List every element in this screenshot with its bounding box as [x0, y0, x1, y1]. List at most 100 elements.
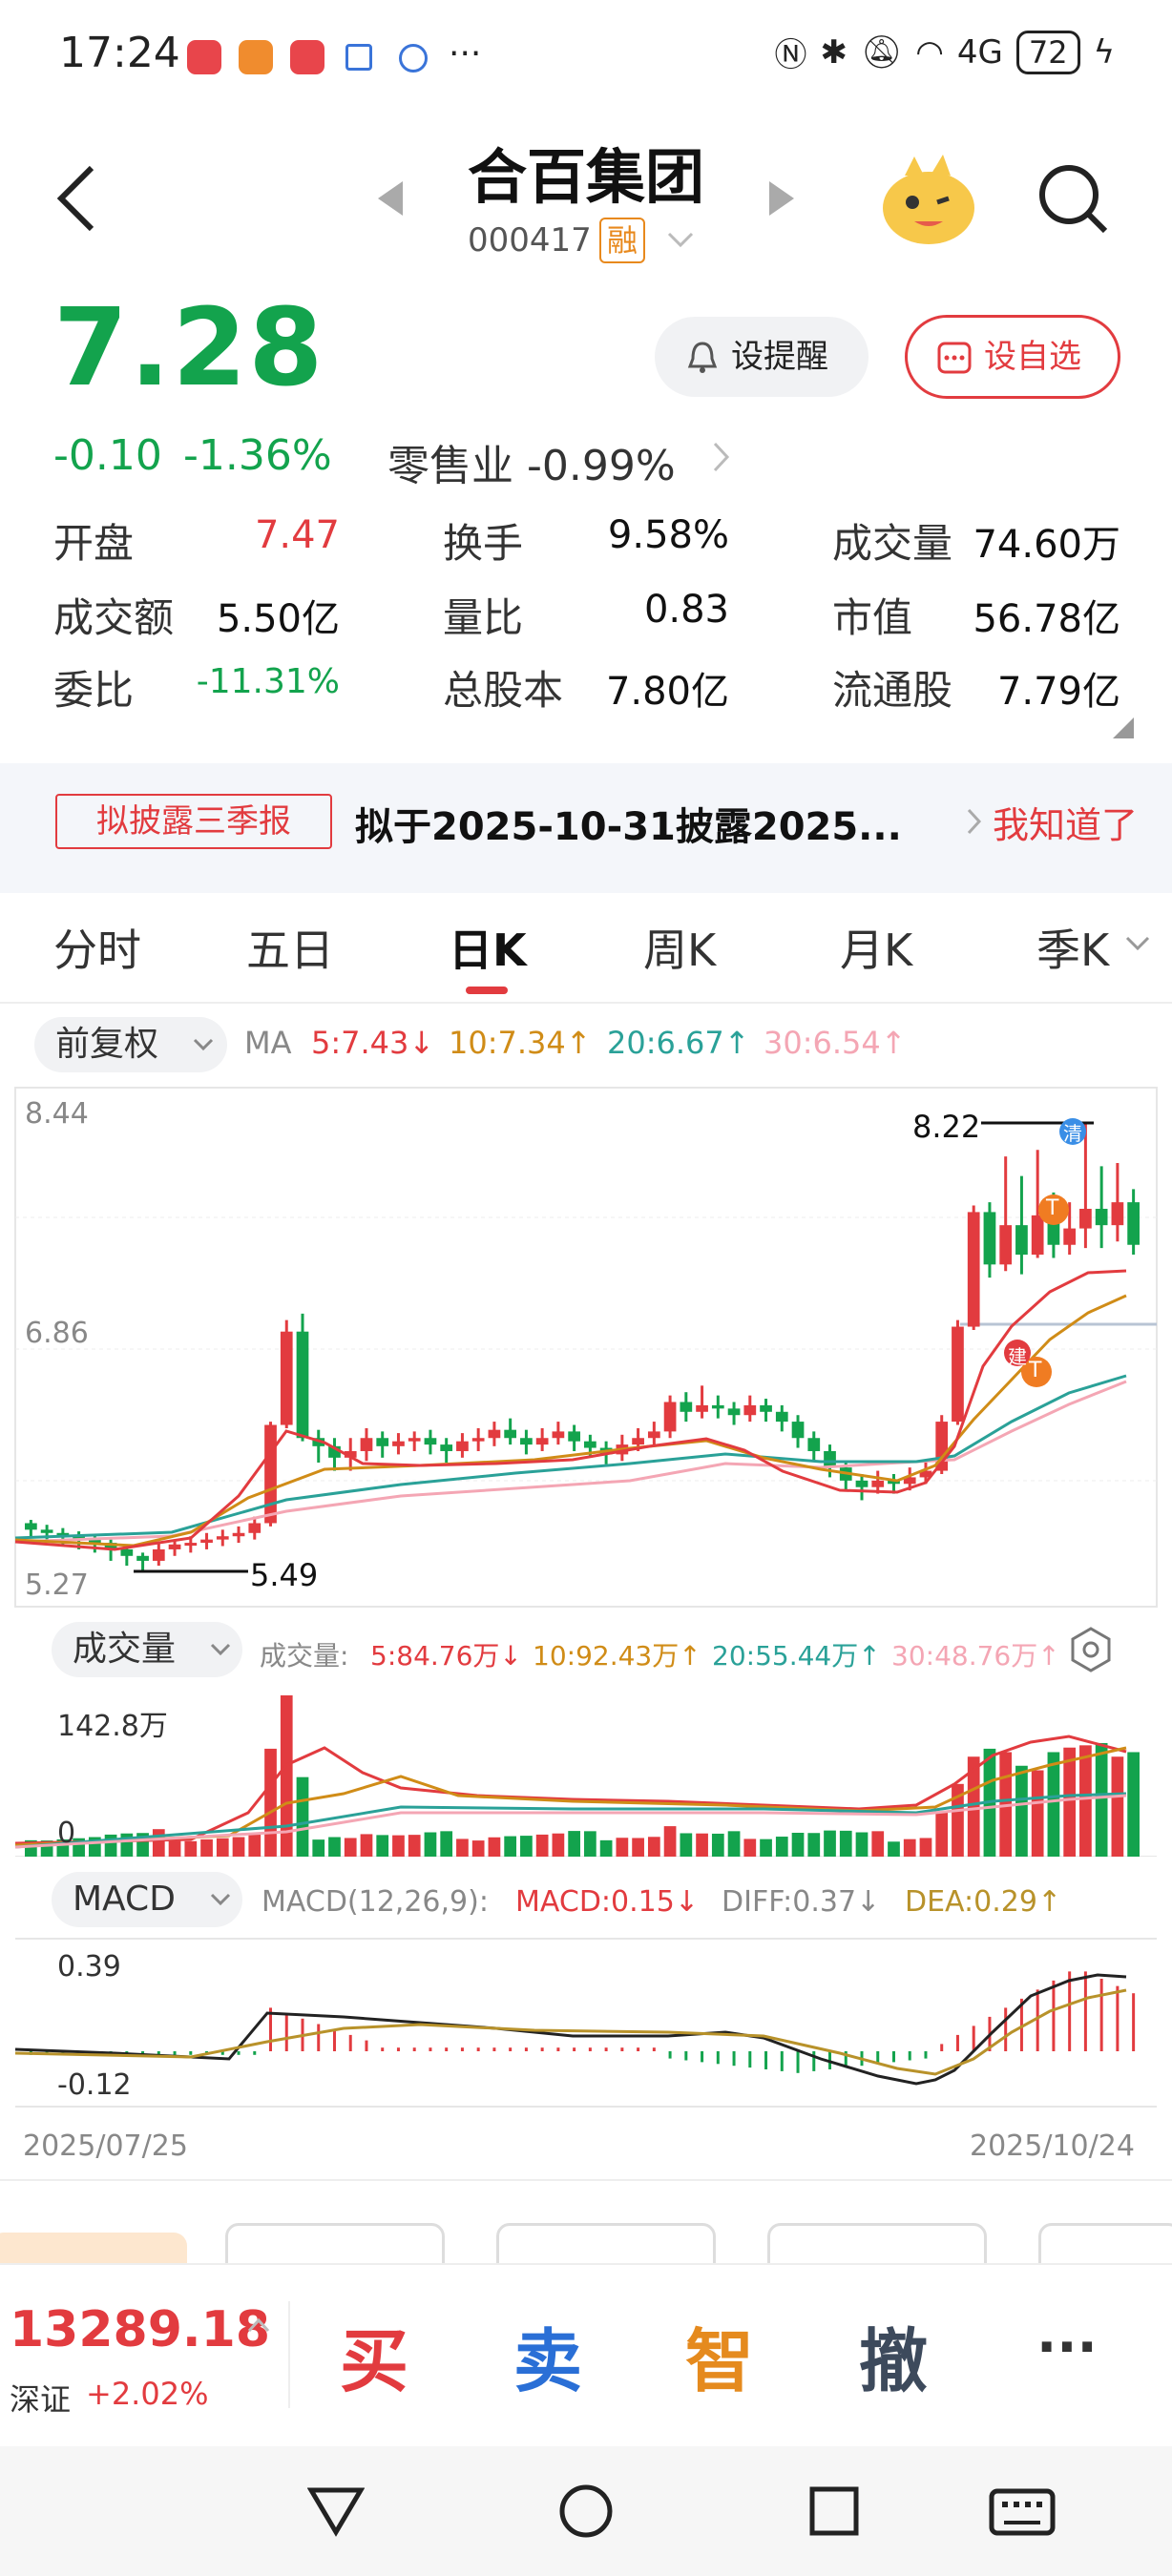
expand-corner-icon[interactable] — [1113, 717, 1134, 738]
buy-button[interactable]: 买 — [340, 2305, 408, 2405]
t-trade-marker[interactable]: T — [1046, 1196, 1058, 1220]
ma5-legend: 5:7.43↓ — [311, 1025, 435, 1061]
chevron-up-icon[interactable] — [246, 2316, 271, 2334]
volume-bar — [152, 1829, 165, 1857]
recents-nav-icon[interactable] — [807, 2484, 861, 2538]
vol10-legend: 10:92.43万↑ — [533, 1640, 701, 1672]
adjust-dropdown[interactable]: 前复权 — [34, 1017, 227, 1072]
build-position-marker[interactable]: 建 — [1008, 1341, 1027, 1369]
tab-quarterly-k[interactable]: 季K — [1036, 916, 1109, 979]
volume-bar — [1095, 1742, 1108, 1857]
index-name: 深证 — [10, 2381, 72, 2418]
divider — [0, 2179, 1172, 2181]
volume-bar — [824, 1830, 836, 1857]
chevron-down-icon — [193, 1038, 214, 1051]
candle-body — [584, 1441, 596, 1448]
macd-pill-label: MACD — [73, 1880, 176, 1919]
volume-chart[interactable] — [0, 1689, 1172, 1857]
stat-value: -11.31% — [196, 662, 340, 701]
last-price: 7.28 — [53, 286, 325, 410]
volume-indicator-dropdown[interactable]: 成交量 — [52, 1622, 242, 1677]
macd-axis-bottom: -0.12 — [57, 2068, 132, 2102]
clear-marker[interactable]: 清 — [1063, 1118, 1082, 1146]
more-button[interactable]: ··· — [1036, 2316, 1098, 2379]
set-alert-label: 设提醒 — [731, 338, 828, 376]
stock-name: 合百集团 — [467, 142, 704, 212]
tab-intraday[interactable]: 分时 — [53, 916, 141, 979]
add-watchlist-button[interactable]: 设自选 — [905, 315, 1120, 399]
stat-value: 7.80亿 — [605, 670, 729, 714]
sell-button[interactable]: 卖 — [513, 2305, 582, 2405]
candle-body — [743, 1404, 757, 1416]
macd-indicator-dropdown[interactable]: MACD — [52, 1872, 242, 1927]
candle-body — [1079, 1208, 1092, 1229]
industry-link[interactable]: 零售业 -0.99% — [387, 431, 676, 492]
set-alert-button[interactable]: 设提醒 — [655, 317, 869, 397]
volume-bar — [1063, 1747, 1077, 1857]
banner-tag: 拟披露三季报 — [55, 794, 332, 849]
volume-bar — [424, 1832, 437, 1857]
chat-icon — [399, 44, 428, 73]
settings-icon[interactable] — [1067, 1626, 1115, 1673]
candle-body — [248, 1523, 262, 1533]
calendar-icon — [345, 44, 372, 71]
banner-text[interactable]: 拟于2025-10-31披露2025... — [355, 796, 902, 851]
cancel-order-button[interactable]: 撤 — [859, 2305, 928, 2405]
price-axis-mid: 6.86 — [25, 1317, 89, 1350]
volume-bar — [760, 1839, 772, 1857]
candle-body — [168, 1544, 181, 1549]
low-price-marker: 5.49 — [250, 1557, 319, 1593]
volume-bar — [296, 1776, 309, 1857]
candle-body — [552, 1431, 565, 1439]
volume-axis-zero: 0 — [57, 1817, 76, 1850]
home-nav-icon[interactable] — [557, 2483, 615, 2540]
volume-bar — [440, 1831, 453, 1857]
volume-bar — [1047, 1752, 1060, 1857]
dea-line — [14, 1988, 1127, 2076]
candle-body — [1015, 1225, 1028, 1256]
macd-params: MACD(12,26,9): — [262, 1885, 489, 1919]
candle-body — [376, 1438, 389, 1446]
chevron-down-icon[interactable] — [666, 231, 695, 250]
candle-body — [504, 1429, 517, 1439]
stat-label: 换手 — [443, 520, 524, 567]
candle-body — [760, 1404, 772, 1412]
wifi-icon: ◠ — [915, 32, 944, 72]
active-tab-indicator — [466, 987, 508, 994]
candle-body — [727, 1408, 741, 1416]
chevron-down-icon[interactable] — [1124, 935, 1151, 954]
volume-bar — [264, 1748, 277, 1857]
volume-bar — [680, 1833, 693, 1857]
volume-bar — [488, 1837, 501, 1857]
next-stock-icon[interactable] — [767, 179, 796, 218]
tab-weekly-k[interactable]: 周K — [643, 916, 716, 979]
index-value[interactable]: 13289.18 — [10, 2301, 270, 2358]
volume-bar — [584, 1831, 596, 1857]
kline-chart[interactable] — [0, 1084, 1172, 1610]
tab-five-day[interactable]: 五日 — [246, 916, 334, 979]
volume-bar — [216, 1838, 229, 1857]
dismiss-banner-button[interactable]: 我知道了 — [993, 796, 1138, 848]
stat-label: 总股本 — [443, 667, 564, 714]
macd-value: MACD:0.15↓ — [515, 1885, 699, 1919]
macd-chart[interactable] — [0, 1937, 1172, 2109]
t-trade-marker[interactable]: T — [1029, 1359, 1041, 1382]
candle-body — [855, 1480, 869, 1487]
smart-button[interactable]: 智 — [685, 2305, 754, 2405]
tab-daily-k[interactable]: 日K — [449, 916, 527, 979]
candle-body — [152, 1548, 165, 1561]
volume-bar — [632, 1838, 644, 1857]
volume-bar — [1127, 1752, 1140, 1857]
keyboard-icon[interactable] — [989, 2488, 1056, 2536]
search-icon[interactable] — [1036, 162, 1109, 235]
candle-body — [280, 1331, 293, 1425]
tab-monthly-k[interactable]: 月K — [840, 916, 912, 979]
candle-body — [360, 1438, 373, 1451]
mascot-icon[interactable] — [876, 153, 981, 248]
candle-body — [952, 1326, 964, 1423]
candle-body — [232, 1532, 245, 1537]
stat-value: 9.58% — [607, 513, 729, 557]
period-tabs: 分时 五日 日K 周K 月K 季K — [0, 916, 1172, 1000]
back-nav-icon[interactable] — [307, 2484, 365, 2538]
volume-bar — [616, 1838, 629, 1857]
